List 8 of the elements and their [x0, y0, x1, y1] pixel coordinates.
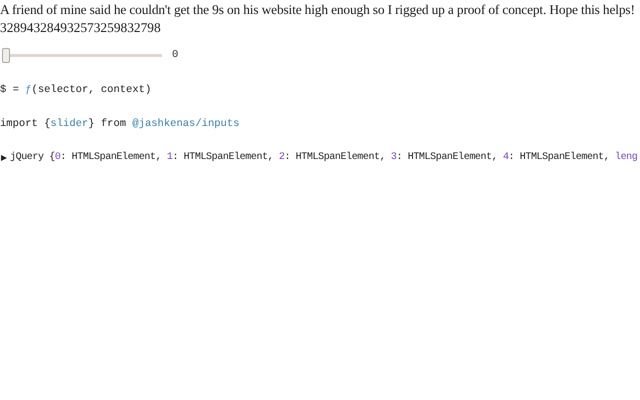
intro-text: A friend of mine said he couldn't get the 9s on his website high enough so I rigged up a proof of concept. Hope this helps! — [0, 1, 636, 19]
slider-value: 0 — [172, 49, 178, 61]
output-line: jQuery {0: HTMLSpanElement, 1: HTMLSpanElement, 2: HTMLSpanElement, 3: HTMLSpanElement, 4: HTMLSpanElement, leng — [10, 151, 638, 165]
code-line: $ = ƒ(selector, context) — [0, 83, 152, 97]
number-text: 328943284932573259832798 — [0, 19, 161, 36]
code-line: import {slider} from @jashkenas/inputs — [0, 117, 240, 131]
slider-thumb[interactable] — [2, 48, 10, 62]
expand-triangle-icon[interactable] — [1, 155, 7, 161]
